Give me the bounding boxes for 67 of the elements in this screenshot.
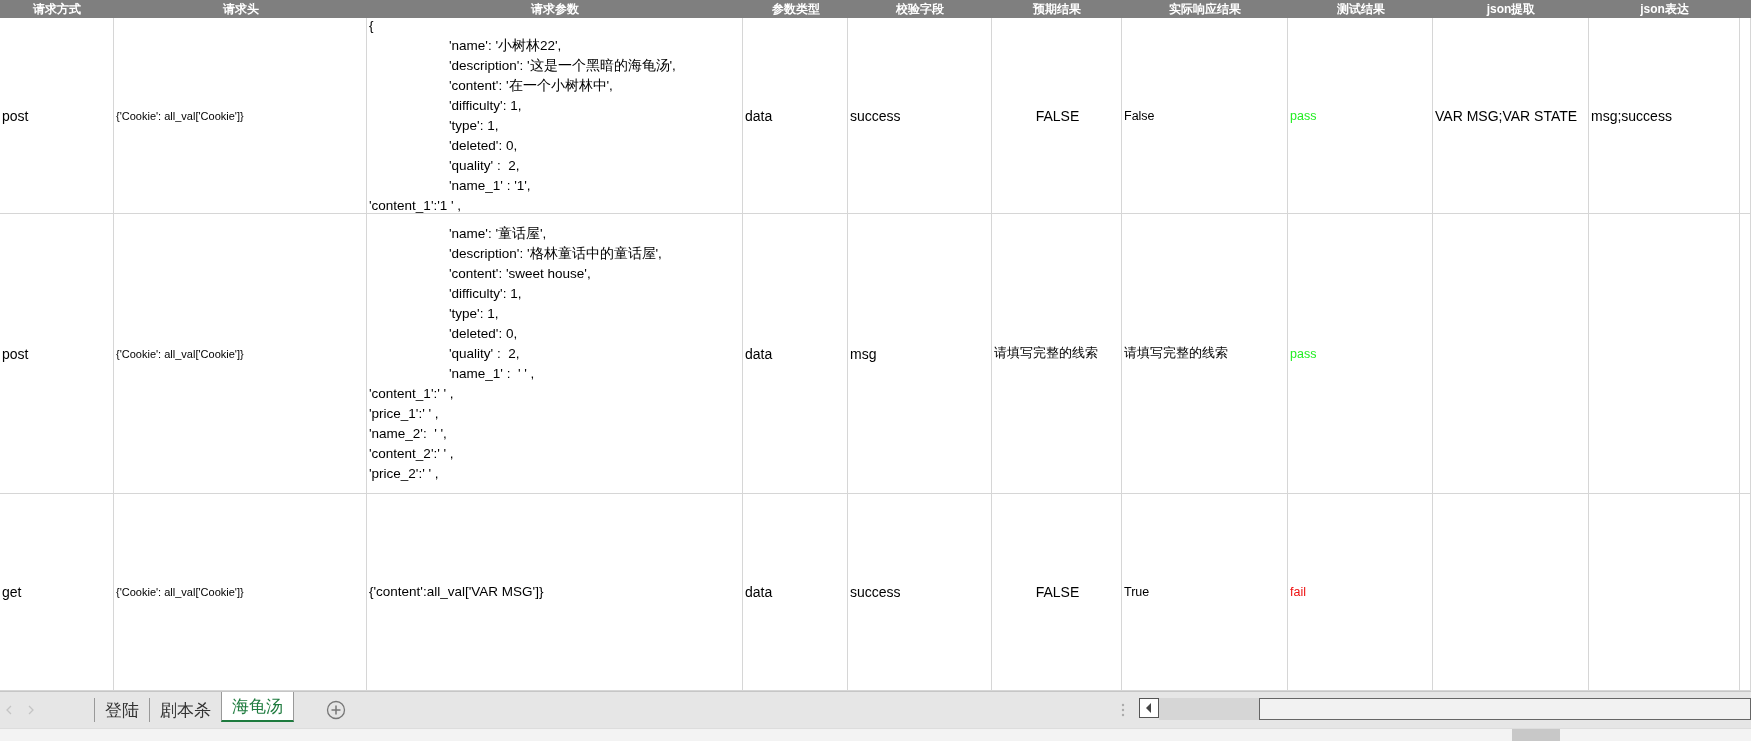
table-cell: data bbox=[745, 345, 773, 362]
column-header: 测试结果 bbox=[1288, 0, 1433, 18]
table-cell: msg;success bbox=[1591, 107, 1672, 124]
code-line: {'content':all_val['VAR MSG']} bbox=[369, 583, 544, 601]
table-cell: post bbox=[2, 345, 29, 362]
table-cell: data bbox=[745, 107, 773, 124]
table-cell: success bbox=[850, 107, 901, 124]
code-line: 'price_1':' ' , bbox=[369, 404, 440, 423]
column-header: 参数类型 bbox=[743, 0, 848, 18]
table-cell: pass bbox=[1290, 108, 1317, 123]
code-line: 'quality' : 2, bbox=[448, 344, 521, 363]
previous-sheet-icon[interactable] bbox=[4, 704, 14, 716]
column-header: 实际响应结果 bbox=[1122, 0, 1288, 18]
table-cell: VAR MSG;VAR STATE bbox=[1435, 107, 1578, 124]
sheet-tab[interactable]: 海龟汤 bbox=[221, 692, 294, 722]
next-sheet-icon[interactable] bbox=[26, 704, 36, 716]
column-header: json表达 bbox=[1589, 0, 1740, 18]
code-line: 'type': 1, bbox=[448, 116, 500, 135]
table-cell: msg bbox=[850, 345, 877, 362]
normal-view-button[interactable] bbox=[1512, 729, 1560, 741]
code-line: 'name': '童话屋', bbox=[448, 224, 548, 243]
table-cell: 请填写完整的线索 bbox=[1124, 345, 1228, 362]
code-line: 'quality' : 2, bbox=[448, 156, 521, 175]
code-line: 'difficulty': 1, bbox=[448, 284, 523, 303]
code-line: 'deleted': 0, bbox=[448, 324, 519, 343]
code-line: 'name_1' : ' ' , bbox=[448, 364, 536, 383]
scroll-thumb[interactable] bbox=[1259, 698, 1751, 720]
code-line: 'content_1':'1 ' , bbox=[369, 196, 463, 213]
table-cell: success bbox=[850, 584, 901, 600]
table-cell: data bbox=[745, 584, 773, 600]
column-header: json提取 bbox=[1433, 0, 1589, 18]
column-header: 请求参数 bbox=[367, 0, 743, 18]
code-line: 'price_2':' ' , bbox=[369, 464, 440, 483]
code-line: 'difficulty': 1, bbox=[448, 96, 523, 115]
table-cell: True bbox=[1124, 585, 1150, 599]
code-line: 'type': 1, bbox=[448, 304, 500, 323]
code-line: 'content_2':' ' , bbox=[369, 444, 455, 463]
code-line: 'deleted': 0, bbox=[448, 136, 519, 155]
table-cell: pass bbox=[1290, 346, 1317, 361]
code-line: 'description': '格林童话中的童话屋', bbox=[448, 244, 662, 263]
scroll-left-icon[interactable] bbox=[1139, 698, 1159, 718]
add-sheet-icon[interactable] bbox=[326, 700, 346, 720]
table-cell: FALSE bbox=[1035, 584, 1080, 600]
code-line: 'description': '这是一个黑暗的海龟汤', bbox=[448, 56, 676, 75]
column-header: 请求方式 bbox=[0, 0, 114, 18]
table-cell: False bbox=[1124, 108, 1155, 123]
table-cell: 请填写完整的线索 bbox=[994, 345, 1098, 362]
table-cell: FALSE bbox=[1035, 107, 1080, 124]
table-cell: {'Cookie': all_val['Cookie']} bbox=[116, 586, 244, 598]
code-line: 'name_1' : '1', bbox=[448, 176, 532, 195]
column-header: 预期结果 bbox=[992, 0, 1122, 18]
code-line: 'content_1':' ' , bbox=[369, 384, 455, 403]
table-cell: get bbox=[2, 584, 22, 600]
code-line: { bbox=[369, 18, 375, 35]
table-cell: post bbox=[2, 107, 29, 124]
code-line: 'content': '在一个小树林中', bbox=[448, 76, 614, 95]
table-cell: fail bbox=[1290, 585, 1306, 599]
column-header: 校验字段 bbox=[848, 0, 992, 18]
sheet-tab[interactable]: 登陆 bbox=[94, 698, 149, 722]
drag-handle-icon[interactable] bbox=[1121, 703, 1125, 717]
header-cell bbox=[1740, 0, 1751, 18]
code-line: 'name': '小树林22', bbox=[448, 36, 563, 55]
column-header: 请求头 bbox=[114, 0, 367, 18]
table-cell: {'Cookie': all_val['Cookie']} bbox=[116, 109, 244, 122]
table-cell: {'Cookie': all_val['Cookie']} bbox=[116, 347, 244, 360]
code-line: 'name_2': ' ', bbox=[369, 424, 448, 443]
code-line: 'content': 'sweet house', bbox=[448, 264, 592, 283]
